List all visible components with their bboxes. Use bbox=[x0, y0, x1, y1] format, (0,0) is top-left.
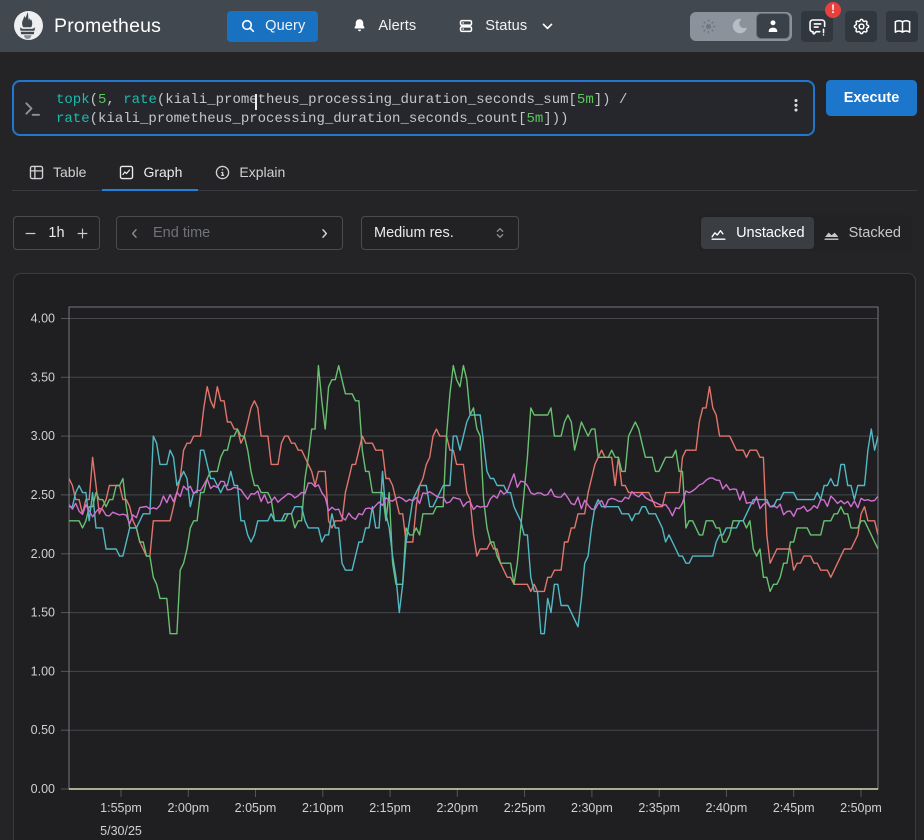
svg-text:3.00: 3.00 bbox=[31, 429, 55, 443]
svg-text:2:40pm: 2:40pm bbox=[706, 801, 748, 815]
svg-text:3.50: 3.50 bbox=[31, 370, 55, 384]
svg-text:1:55pm: 1:55pm bbox=[100, 801, 142, 815]
svg-text:2.00: 2.00 bbox=[31, 547, 55, 561]
svg-text:1.50: 1.50 bbox=[31, 606, 55, 620]
svg-text:4.00: 4.00 bbox=[31, 312, 55, 326]
svg-text:2:35pm: 2:35pm bbox=[638, 801, 680, 815]
svg-text:2:25pm: 2:25pm bbox=[504, 801, 546, 815]
svg-text:2.50: 2.50 bbox=[31, 488, 55, 502]
svg-text:2:10pm: 2:10pm bbox=[302, 801, 344, 815]
svg-text:2:05pm: 2:05pm bbox=[235, 801, 277, 815]
svg-text:5/30/25: 5/30/25 bbox=[100, 824, 142, 838]
svg-text:2:45pm: 2:45pm bbox=[773, 801, 815, 815]
svg-text:2:30pm: 2:30pm bbox=[571, 801, 613, 815]
svg-text:2:50pm: 2:50pm bbox=[840, 801, 882, 815]
svg-text:2:15pm: 2:15pm bbox=[369, 801, 411, 815]
svg-text:1.00: 1.00 bbox=[31, 664, 55, 678]
svg-text:0.00: 0.00 bbox=[31, 782, 55, 796]
svg-text:2:20pm: 2:20pm bbox=[436, 801, 478, 815]
svg-text:2:00pm: 2:00pm bbox=[167, 801, 209, 815]
svg-text:0.50: 0.50 bbox=[31, 723, 55, 737]
